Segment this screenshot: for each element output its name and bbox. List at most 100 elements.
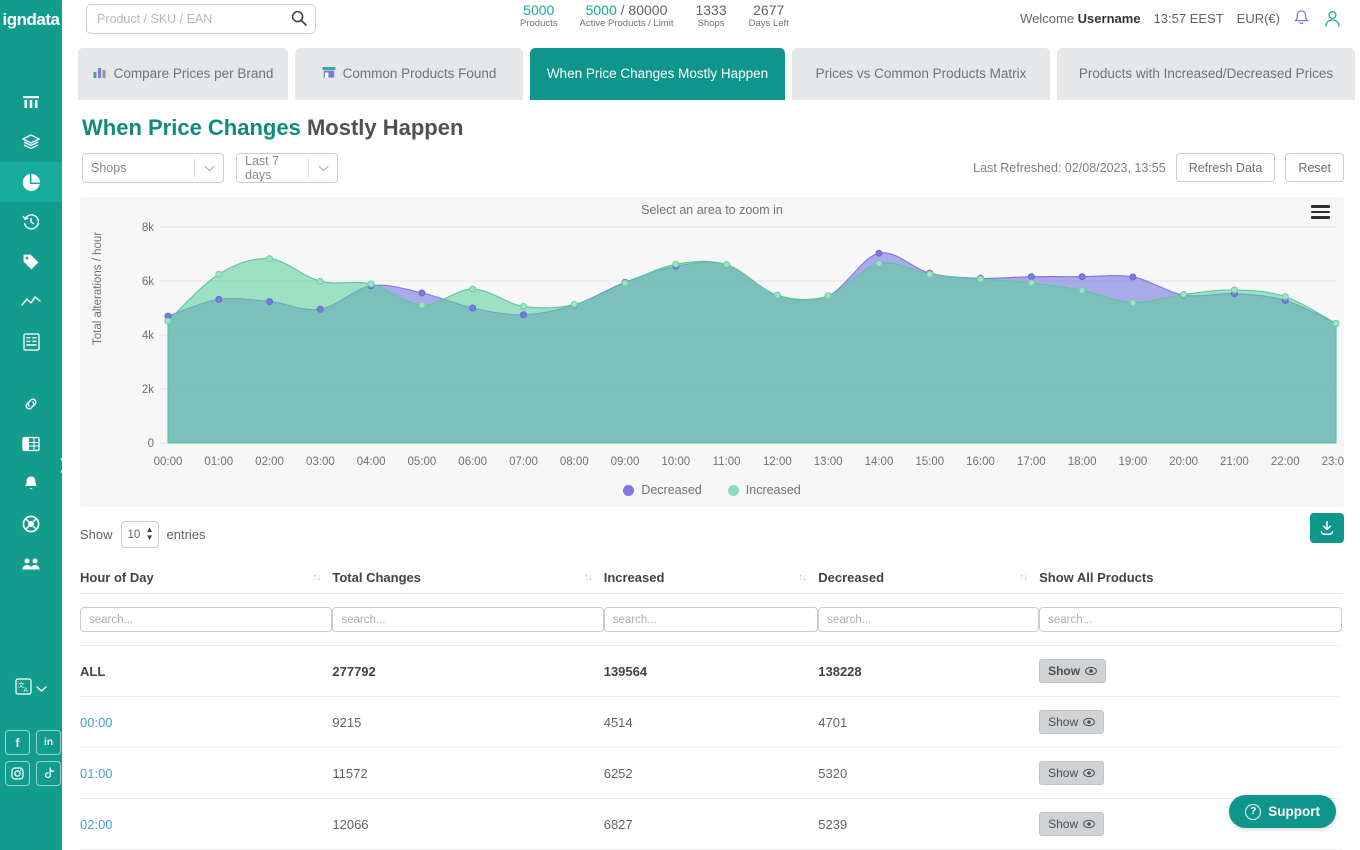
hour-link[interactable]: 00:00 [80,715,113,730]
data-point[interactable] [622,280,628,286]
col-decreased[interactable]: Decreased↑↓ [818,564,1039,594]
data-point[interactable] [1231,287,1237,293]
data-point[interactable] [165,318,171,324]
data-point[interactable] [1079,287,1085,293]
show-products-button[interactable]: Show [1039,761,1104,785]
product-search[interactable] [86,4,316,34]
sort-icon[interactable]: ↑↓ [312,572,320,583]
sidebar-item-links[interactable] [0,384,62,424]
data-point[interactable] [419,302,425,308]
sidebar-item-layers[interactable] [0,122,62,162]
sort-icon[interactable]: ↑↓ [798,572,806,583]
data-point[interactable] [1028,274,1034,280]
sidebar-item-team[interactable] [0,544,62,584]
data-point[interactable] [520,312,526,318]
data-point[interactable] [571,301,577,307]
data-point[interactable] [470,286,476,292]
data-point[interactable] [1079,274,1085,280]
data-point[interactable] [978,276,984,282]
sort-icon[interactable]: ↑↓ [584,572,592,583]
instagram-icon[interactable] [5,761,30,786]
sidebar-item-support[interactable] [0,504,62,544]
tab-compare-prices-per-brand[interactable]: Compare Prices per Brand [78,48,288,100]
sidebar-item-tags[interactable] [0,242,62,282]
hour-link[interactable]: 01:00 [80,766,113,781]
search-input-increased[interactable] [604,607,819,632]
shops-filter-select[interactable]: Shops [82,153,224,183]
show-products-button[interactable]: Show [1039,659,1106,683]
cell-total: 277792 [332,646,603,697]
col-total-changes[interactable]: Total Changes↑↓ [332,564,603,594]
data-point[interactable] [267,299,273,305]
col-label: Increased [604,570,665,585]
x-tick-label: 08:00 [560,456,589,468]
support-button[interactable]: ? Support [1229,795,1336,828]
show-products-button[interactable]: Show [1039,710,1104,734]
data-point[interactable] [1282,294,1288,300]
data-point[interactable] [673,261,679,267]
search-input-hour[interactable] [80,607,332,632]
data-point[interactable] [1333,320,1339,326]
data-point[interactable] [876,260,882,266]
facebook-icon[interactable]: f [5,730,30,755]
col-hour-of-day[interactable]: Hour of Day↑↓ [80,564,332,594]
sidebar-item-trends[interactable] [0,282,62,322]
refresh-data-button[interactable]: Refresh Data [1176,153,1276,182]
sidebar-item-spreadsheet[interactable] [0,424,62,464]
data-point[interactable] [470,305,476,311]
sidebar-item-alerts[interactable] [0,464,62,504]
sort-icon[interactable]: ↑↓ [1019,572,1027,583]
x-tick-label: 16:00 [966,456,995,468]
price-changes-area-chart[interactable]: 02k4k6k8k 00:0001:0002:0003:0004:0005:00… [80,215,1344,480]
search-input[interactable] [95,11,291,27]
tab-products-with-increased-decreased-prices[interactable]: Products with Increased/Decreased Prices [1057,48,1355,100]
language-selector[interactable]: 文A [0,678,62,698]
data-point[interactable] [774,292,780,298]
show-products-button[interactable]: Show [1039,812,1104,836]
legend-item-decreased[interactable]: Decreased [623,483,701,497]
sidebar-expand-handle[interactable]: ❯ [55,446,62,482]
notifications-button[interactable] [1293,9,1310,28]
tiktok-icon[interactable] [36,761,61,786]
data-point[interactable] [419,290,425,296]
data-point[interactable] [317,278,323,284]
data-point[interactable] [1028,280,1034,286]
period-filter-select[interactable]: Last 7 days [236,153,338,183]
data-point[interactable] [520,303,526,309]
user-menu-button[interactable] [1323,9,1342,28]
data-point[interactable] [724,262,730,268]
tab-common-products-found[interactable]: Common Products Found [295,48,523,100]
data-point[interactable] [317,306,323,312]
show-label: Show [1048,715,1078,729]
legend-item-increased[interactable]: Increased [728,483,801,497]
reset-button[interactable]: Reset [1285,153,1344,182]
data-point[interactable] [927,271,933,277]
sidebar-item-dashboard[interactable] [0,82,62,122]
data-point[interactable] [876,250,882,256]
col-increased[interactable]: Increased ↑↓ [604,564,819,594]
data-point[interactable] [1130,274,1136,280]
data-point[interactable] [1130,300,1136,306]
entries-per-page-stepper[interactable]: 10 ▲▼ [121,521,159,548]
hour-link[interactable]: 02:00 [80,817,113,832]
tab-prices-vs-common-products-matrix[interactable]: Prices vs Common Products Matrix [792,48,1050,100]
download-button[interactable] [1310,513,1344,543]
search-input-total[interactable] [332,607,603,632]
sidebar-item-table[interactable] [0,322,62,362]
search-input-decreased[interactable] [818,607,1039,632]
app-logo[interactable]: igndata [0,0,62,40]
linkedin-icon[interactable]: in [36,730,61,755]
data-point[interactable] [216,271,222,277]
data-point[interactable] [368,281,374,287]
stepper-arrows-icon[interactable]: ▲▼ [146,526,154,542]
data-point[interactable] [267,256,273,262]
search-input-show[interactable] [1039,607,1342,632]
data-point[interactable] [1181,292,1187,298]
sidebar-item-reports[interactable] [0,162,62,202]
data-point[interactable] [216,296,222,302]
data-point[interactable] [825,293,831,299]
sidebar-item-history[interactable] [0,202,62,242]
top-bar: 5000 Products 5000 / 80000 Active Produc… [62,0,1360,40]
tab-when-price-changes-mostly-happen[interactable]: When Price Changes Mostly Happen [530,48,785,100]
search-icon[interactable] [291,10,307,29]
